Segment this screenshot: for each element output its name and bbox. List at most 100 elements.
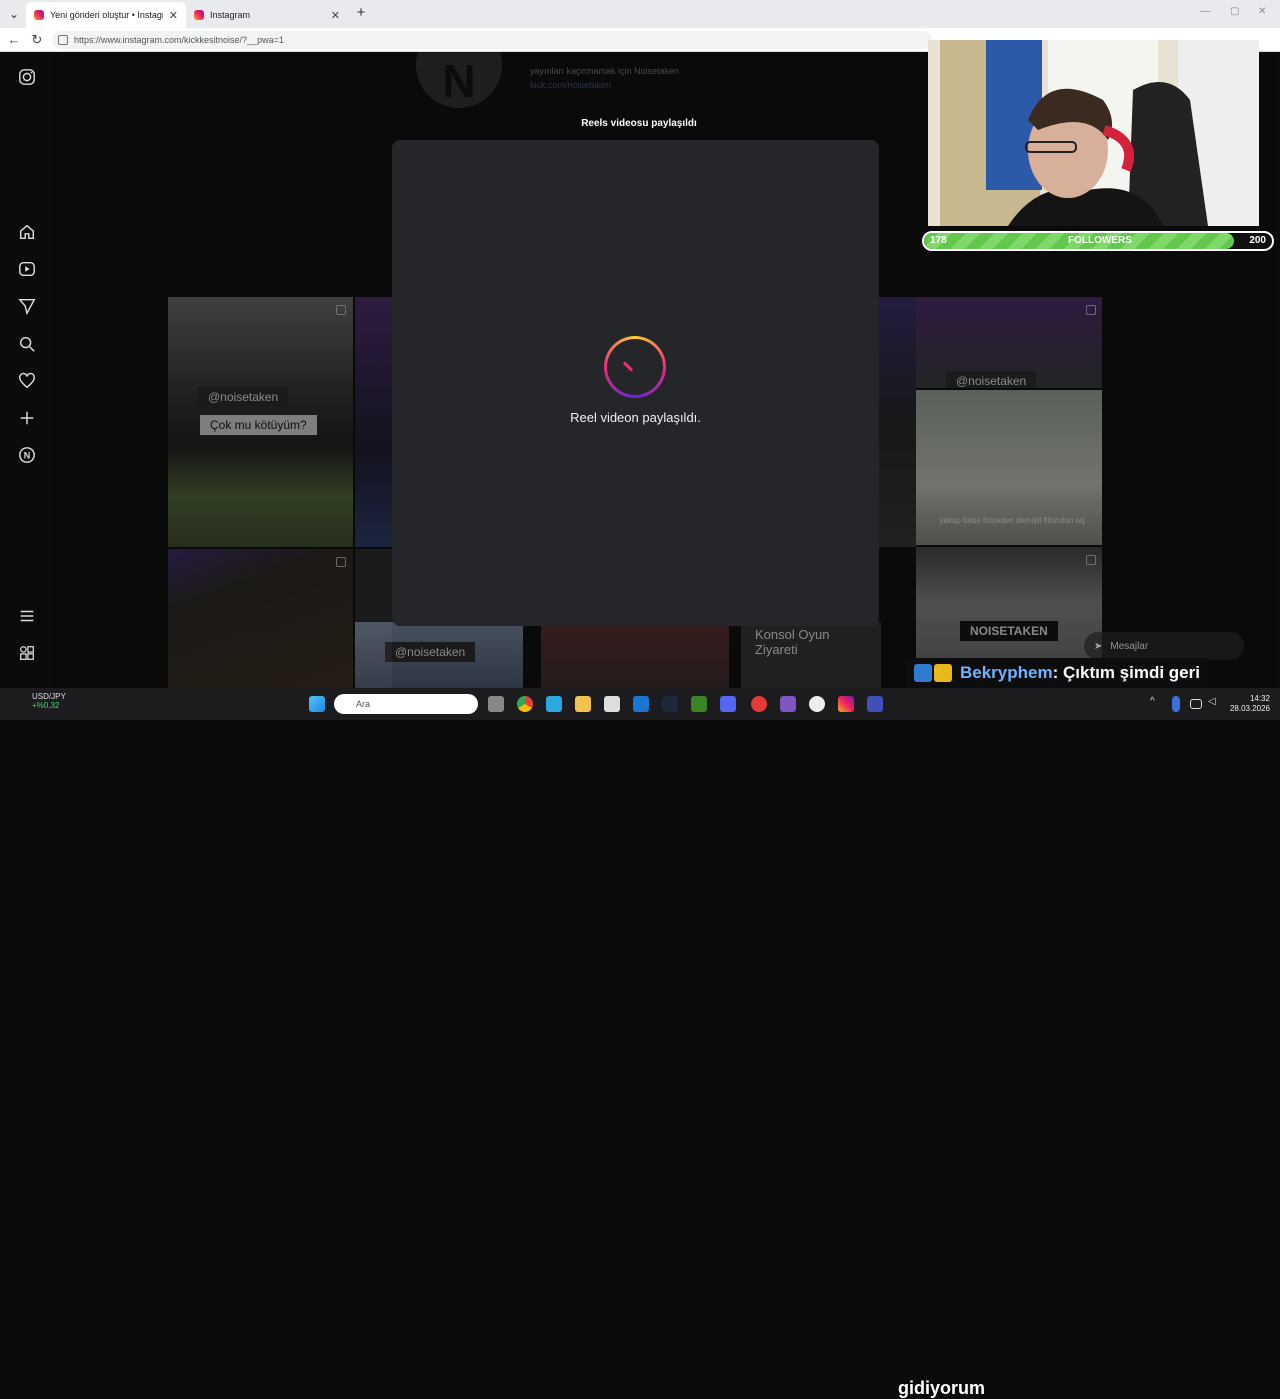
close-tab-icon[interactable]: ✕ — [169, 9, 178, 22]
followers-goal: 200 — [1249, 235, 1266, 246]
profile-avatar: N — [416, 52, 502, 108]
chrome-icon[interactable] — [517, 696, 533, 712]
grid-post[interactable] — [541, 622, 729, 688]
discord-icon[interactable] — [720, 696, 736, 712]
post-tag: NOISETAKEN — [960, 621, 1058, 641]
chat-username: Bekryphem — [960, 663, 1053, 682]
url-text: https://www.instagram.com/kickkesitnoise… — [74, 35, 284, 45]
profile-link[interactable]: kick.com/noisetaken — [530, 80, 611, 90]
ticker-name: USD/JPY — [32, 692, 66, 701]
outlook-icon[interactable] — [633, 696, 649, 712]
search-placeholder: Ara — [356, 699, 371, 709]
windows-taskbar: USD/JPY +%0,32 Ara gidiyorum ^ ◁ 14:32 2… — [0, 688, 1280, 1398]
sidebar: N — [4, 52, 50, 688]
tab-title: Yeni gönderi oluştur • Instagram — [50, 10, 163, 20]
reload-icon[interactable]: ↻ — [29, 32, 45, 48]
profile-avatar-icon[interactable]: N — [18, 446, 36, 464]
reel-icon — [1086, 555, 1096, 565]
reel-icon — [336, 557, 346, 567]
chat-text: : Çıktım şimdi geri — [1052, 663, 1200, 682]
task-view-icon[interactable] — [488, 696, 504, 712]
instagram-favicon-icon — [194, 10, 204, 20]
post-tag: @noisetaken — [198, 387, 289, 407]
home-icon[interactable] — [18, 223, 36, 241]
vpn-icon[interactable] — [867, 696, 883, 712]
windows-start-icon[interactable] — [309, 696, 325, 712]
browser-tabstrip: ⌄ Yeni gönderi oluştur • Instagram ✕ Ins… — [0, 0, 1280, 28]
network-icon[interactable] — [1190, 699, 1202, 709]
tab-instagram[interactable]: Instagram ✕ — [186, 2, 348, 28]
tab-new-post[interactable]: Yeni gönderi oluştur • Instagram ✕ — [26, 2, 186, 28]
taskbar-search[interactable]: Ara — [334, 694, 478, 714]
messages-button[interactable]: ➤ Mesajlar — [1084, 632, 1244, 660]
grid-post[interactable]: @noisetaken — [916, 297, 1102, 388]
tab-list-icon[interactable]: ⌄ — [4, 4, 24, 24]
url-field[interactable]: https://www.instagram.com/kickkesitnoise… — [52, 31, 932, 49]
instagram-logo-icon[interactable] — [18, 68, 36, 86]
stock-widget[interactable]: USD/JPY +%0,32 — [10, 692, 66, 710]
tab-title: Instagram — [210, 10, 251, 20]
send-icon: ➤ — [1094, 640, 1103, 652]
followers-goal-bar: 178 FOLLOWERS 200 — [922, 231, 1274, 251]
followers-label: FOLLOWERS — [1068, 235, 1132, 246]
store-icon[interactable] — [604, 696, 620, 712]
instagram-app-icon[interactable] — [838, 696, 854, 712]
grid-post[interactable]: yakup baba önceden demişti filozofun aq — [916, 390, 1102, 545]
close-window-icon[interactable]: ✕ — [1258, 6, 1266, 17]
search-icon[interactable] — [18, 335, 36, 353]
crown-icon — [934, 664, 952, 682]
grid-post[interactable]: @noisetaken Çok mu kötüyüm? — [168, 297, 353, 547]
reel-icon — [336, 305, 346, 315]
minimize-icon[interactable]: — — [1200, 6, 1210, 17]
clock-date: 28.03.2026 — [1229, 704, 1270, 713]
maximize-icon[interactable]: ▢ — [1230, 6, 1239, 17]
post-tag: @noisetaken — [385, 642, 476, 662]
ticker-change: +%0,32 — [32, 701, 60, 710]
messages-label: Mesajlar — [1110, 640, 1149, 652]
post-caption: yakup baba önceden demişti filozofun aq — [939, 516, 1085, 525]
post-tag: @noisetaken — [946, 371, 1037, 388]
post-caption: Çok mu kötüyüm? — [200, 415, 317, 435]
grid-post[interactable] — [879, 297, 916, 547]
stream-chat-message: Bekryphem : Çıktım şimdi geri — [906, 658, 1208, 688]
apps-icon[interactable] — [18, 644, 36, 662]
grid-post[interactable] — [168, 549, 353, 688]
site-info-icon[interactable] — [58, 35, 68, 45]
steam-icon[interactable] — [662, 696, 678, 712]
share-complete-dialog: Reel videon paylaşıldı. — [392, 140, 879, 626]
minecraft-icon[interactable] — [691, 696, 707, 712]
media-player-icon[interactable] — [751, 696, 767, 712]
microphone-icon[interactable] — [1172, 696, 1180, 712]
stream-chat-continuation: gidiyorum — [898, 1378, 986, 1398]
obs-icon[interactable] — [809, 696, 825, 712]
reel-icon — [1086, 305, 1096, 315]
share-success-message: Reel videon paylaşıldı. — [570, 410, 701, 425]
new-tab-button[interactable]: + — [352, 4, 370, 22]
close-tab-icon[interactable]: ✕ — [331, 9, 340, 22]
profile-bio: yayınları kaçırmamak için Noisetaken — [530, 66, 680, 76]
loading-spinner-icon — [604, 336, 666, 398]
modal-title: Reels videosu paylaşıldı — [581, 118, 697, 129]
instagram-favicon-icon — [34, 10, 44, 20]
menu-icon[interactable] — [18, 607, 36, 625]
back-icon[interactable]: ← — [6, 32, 22, 48]
send-icon[interactable] — [18, 297, 36, 316]
svg-text:N: N — [24, 451, 31, 461]
chevron-up-icon[interactable]: ^ — [1150, 696, 1166, 712]
grid-post[interactable]: @noisetaken — [355, 622, 523, 688]
volume-icon[interactable]: ◁ — [1208, 696, 1224, 712]
taskbar-clock[interactable]: 14:32 28.03.2026 — [1228, 694, 1270, 714]
webcam-feed — [928, 40, 1259, 226]
file-explorer-icon[interactable] — [575, 696, 591, 712]
monitor-icon[interactable] — [546, 696, 562, 712]
reels-icon[interactable] — [18, 260, 36, 278]
profile-header: N yayınları kaçırmamak için Noisetaken k… — [408, 52, 884, 112]
heart-icon[interactable] — [18, 372, 36, 390]
grid-post[interactable]: Konsol Oyun Ziyareti — [741, 622, 881, 688]
grid-post[interactable] — [355, 297, 392, 547]
teams-icon[interactable] — [780, 696, 796, 712]
post-caption: Konsol Oyun Ziyareti — [755, 627, 830, 657]
chat-badge-icon — [914, 664, 932, 682]
create-icon[interactable] — [18, 409, 36, 427]
clock-time: 14:32 — [1249, 694, 1270, 703]
